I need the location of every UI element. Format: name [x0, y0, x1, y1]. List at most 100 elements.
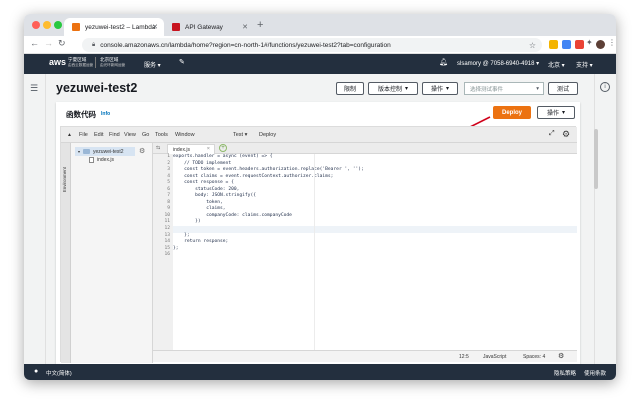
region-ningxia[interactable]: 宁夏区域 由西云数据运营: [68, 57, 93, 68]
pin-icon[interactable]: ✎: [179, 58, 185, 66]
tab-switcher-icon[interactable]: ⇆: [156, 145, 160, 151]
chevron-down-icon: ▾: [405, 86, 409, 92]
tree-gear-icon[interactable]: ⚙: [139, 147, 145, 155]
aws-console-header: aws 宁夏区域 由西云数据运营 北京区域 由光环新网运营 服务 ▾ ✎ 🔔︎ …: [24, 54, 616, 74]
file-icon: [89, 157, 94, 163]
menu-kebab-icon[interactable]: ⋮: [608, 38, 616, 47]
indentation-setting[interactable]: Spaces: 4: [523, 354, 545, 360]
file-name: index.js: [97, 157, 114, 163]
zoom-window-button[interactable]: [54, 21, 62, 29]
chevron-down-icon: ▾: [446, 86, 450, 92]
bell-icon[interactable]: 🔔︎: [439, 58, 448, 66]
menu-tools[interactable]: Tools: [155, 132, 168, 138]
info-icon[interactable]: i: [600, 82, 610, 92]
extension-icon[interactable]: [549, 40, 558, 49]
menu-test[interactable]: Test ▾: [233, 132, 247, 138]
cursor-position[interactable]: 12:5: [459, 354, 469, 360]
puzzle-icon[interactable]: ✦: [586, 38, 593, 47]
function-code-panel: 函数代码 Info Deploy 操作 ▾ ▲ File Edit Find Vi…: [56, 102, 580, 364]
globe-icon: ●: [34, 368, 39, 375]
chevron-down-icon: ▾: [562, 110, 566, 116]
close-tab-icon[interactable]: ✕: [152, 23, 158, 31]
close-window-button[interactable]: [32, 21, 40, 29]
editor-tab-index-js[interactable]: index.js ×: [167, 144, 215, 154]
menu-edit[interactable]: Edit: [94, 132, 103, 138]
test-event-select[interactable]: 选择测试事件 ▾: [464, 82, 544, 95]
print-margin-guide: [314, 154, 315, 350]
menu-go[interactable]: Go: [142, 132, 149, 138]
bookmark-star-icon[interactable]: ☆: [529, 41, 536, 50]
left-rail: ☰: [24, 74, 46, 364]
reload-icon[interactable]: ↻: [58, 38, 66, 49]
services-menu[interactable]: 服务 ▾: [144, 60, 161, 69]
environment-strip[interactable]: Environment: [61, 143, 71, 363]
menu-find[interactable]: Find: [109, 132, 120, 138]
tab-api-gateway[interactable]: API Gateway ✕: [164, 18, 254, 36]
deploy-button[interactable]: Deploy: [493, 106, 531, 119]
support-menu[interactable]: 支持 ▾: [576, 60, 593, 69]
version-control-button[interactable]: 版本控制 ▾: [368, 82, 418, 95]
close-tab-icon[interactable]: ✕: [242, 23, 248, 31]
new-tab-button[interactable]: +: [257, 19, 263, 31]
code-editor: ▲ File Edit Find View Go Tools Window Te…: [60, 126, 577, 363]
tab-title: yezuwei-test2 – Lambda: [85, 23, 156, 31]
line-number-gutter: 1 2 3 4 5 6 7 8 9 10 11 12 13 14 15 16: [153, 154, 173, 350]
account-menu[interactable]: slsamory @ 7058-6940-4918 ▾: [457, 60, 539, 67]
panel-actions-button[interactable]: 操作 ▾: [537, 106, 575, 119]
file-tree: ▾ yezuwei-test2 ⚙ index.js: [71, 143, 153, 363]
minimize-window-button[interactable]: [43, 21, 51, 29]
folder-row[interactable]: ▾ yezuwei-test2: [75, 147, 135, 156]
right-rail: i: [594, 74, 616, 364]
throttle-button[interactable]: 限制: [336, 82, 364, 95]
extension-icon[interactable]: [562, 40, 571, 49]
region-menu[interactable]: 北京 ▾: [548, 60, 565, 69]
panel-title: 函数代码: [66, 110, 96, 119]
new-editor-tab-icon[interactable]: +: [219, 144, 227, 152]
menu-view[interactable]: View: [124, 132, 136, 138]
terms-link[interactable]: 使用条款: [584, 369, 606, 377]
fullscreen-icon[interactable]: ⤢: [549, 130, 555, 138]
menu-window[interactable]: Window: [175, 132, 195, 138]
expand-icon[interactable]: ▾: [78, 149, 80, 154]
file-row[interactable]: index.js: [89, 157, 114, 163]
lock-icon: 🔒︎: [92, 41, 96, 48]
tab-strip: yezuwei-test2 – Lambda ✕ API Gateway ✕ +: [24, 14, 616, 36]
editor-statusbar: 12:5 JavaScript Spaces: 4 ⚙: [153, 350, 577, 362]
collapse-icon[interactable]: ▲: [67, 132, 72, 138]
url-text: console.amazonaws.cn/lambda/home?region=…: [100, 41, 391, 49]
line-number: 16: [164, 252, 170, 258]
test-button[interactable]: 测试: [548, 82, 578, 95]
forward-icon[interactable]: →: [44, 38, 53, 48]
hamburger-menu-icon[interactable]: ☰: [30, 83, 38, 94]
chevron-down-icon: ▾: [536, 85, 539, 92]
address-bar-row: ← → ↻ 🔒︎ console.amazonaws.cn/lambda/hom…: [24, 36, 616, 54]
code-line[interactable]: [173, 252, 577, 259]
ide-menubar: ▲ File Edit Find View Go Tools Window Te…: [61, 127, 577, 143]
console-footer: ● 中文(简体) 隐私策略 使用条款: [24, 364, 616, 380]
language-selector[interactable]: 中文(简体): [46, 369, 72, 377]
back-icon[interactable]: ←: [30, 38, 39, 48]
menu-file[interactable]: File: [79, 132, 88, 138]
info-link[interactable]: Info: [101, 111, 110, 117]
extension-icon[interactable]: [575, 40, 584, 49]
browser-window: yezuwei-test2 – Lambda ✕ API Gateway ✕ +…: [24, 14, 616, 380]
status-gear-icon[interactable]: ⚙: [558, 352, 564, 360]
close-editor-tab-icon[interactable]: ×: [207, 146, 210, 152]
folder-icon: [83, 149, 91, 154]
folder-name: yezuwei-test2: [93, 148, 124, 155]
aws-logo[interactable]: aws: [49, 57, 66, 67]
profile-avatar[interactable]: [596, 40, 605, 49]
environment-label: Environment: [62, 167, 67, 193]
code-area[interactable]: exports.handler = async (event) => { // …: [173, 154, 577, 350]
privacy-link[interactable]: 隐私策略: [554, 369, 576, 377]
settings-gear-icon[interactable]: ⚙: [562, 129, 570, 140]
language-mode[interactable]: JavaScript: [483, 354, 506, 360]
url-field[interactable]: 🔒︎ console.amazonaws.cn/lambda/home?regi…: [82, 38, 542, 52]
page-scrollbar[interactable]: [594, 129, 598, 189]
actions-button[interactable]: 操作 ▾: [422, 82, 458, 95]
tab-lambda[interactable]: yezuwei-test2 – Lambda ✕: [64, 18, 164, 36]
menu-deploy[interactable]: Deploy: [259, 132, 276, 138]
main-content: ☰ i yezuwei-test2 限制 版本控制 ▾ 操作 ▾ 选择测试事件 ▾ …: [24, 74, 616, 364]
page-title: yezuwei-test2: [56, 81, 138, 95]
region-beijing[interactable]: 北京区域 由光环新网运营: [95, 57, 125, 68]
